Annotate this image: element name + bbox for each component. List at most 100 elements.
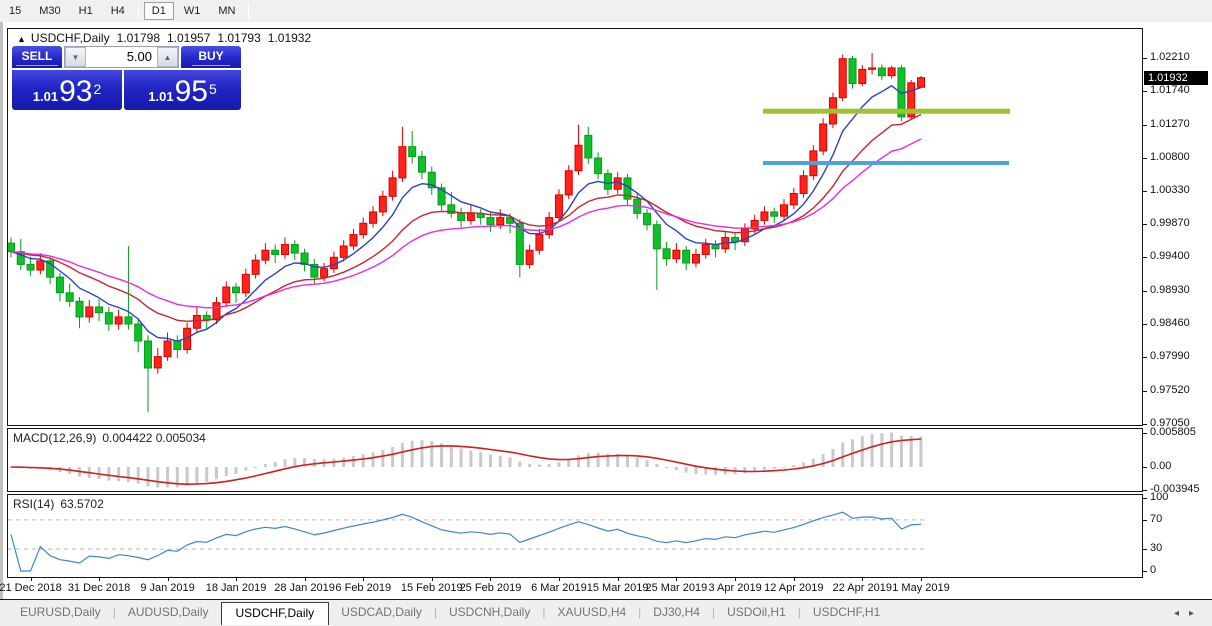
price-tick-0.99870: 0.99870 xyxy=(1150,217,1190,229)
chart-header: ▲USDCHF,Daily1.017981.019571.017931.0193… xyxy=(17,31,311,45)
sell-price-sup: 2 xyxy=(93,70,101,108)
tab-usdchf-daily[interactable]: USDCHF,Daily xyxy=(221,602,330,625)
sell-button-label: SELL xyxy=(16,49,59,66)
rsi-tick-100: 100 xyxy=(1150,491,1168,503)
close-value: 1.01932 xyxy=(268,31,311,45)
price-tick-1.01740-tick xyxy=(1143,91,1147,92)
date-axis-tick xyxy=(735,577,736,581)
tabs-scroll-right-icon[interactable]: ▸ xyxy=(1189,608,1204,619)
high-value: 1.01957 xyxy=(167,31,210,45)
rsi-tick-70-tick xyxy=(1143,520,1147,521)
date-axis-label: 1 May 2019 xyxy=(876,582,966,594)
date-axis-tick xyxy=(490,577,491,581)
price-tick-0.97050-tick xyxy=(1143,424,1147,425)
macd-tick--0.003945-tick xyxy=(1143,490,1147,491)
rsi-name: RSI xyxy=(13,497,33,511)
timeframe-W1[interactable]: W1 xyxy=(176,2,209,20)
price-tick-1.02210: 1.02210 xyxy=(1150,51,1190,63)
date-axis-tick xyxy=(676,577,677,581)
macd-tick-0.005805: 0.005805 xyxy=(1150,426,1196,438)
date-axis-tick xyxy=(236,577,237,581)
timeframe-toolbar: 15M30H1H4 D1W1MN xyxy=(0,0,1212,22)
date-axis-tick xyxy=(31,577,32,581)
date-axis-tick xyxy=(168,577,169,581)
tab-usdoil-h1[interactable]: USDOil,H1 xyxy=(715,602,798,622)
rsi-tick-0: 0 xyxy=(1150,564,1156,576)
tabs-scroll-left-icon[interactable]: ◂ xyxy=(1174,608,1189,619)
collapse-arrow-icon[interactable]: ▲ xyxy=(17,34,26,44)
timeframe-15[interactable]: 15 xyxy=(1,2,29,20)
tab-xauusd-h4[interactable]: XAUUSD,H4 xyxy=(545,602,638,622)
price-tick-0.98460: 0.98460 xyxy=(1150,317,1190,329)
price-tick-0.97520-tick xyxy=(1143,391,1147,392)
price-tick-1.01270: 1.01270 xyxy=(1150,118,1190,130)
macd-label: MACD(12,26,9)0.004422 0.005034 xyxy=(13,431,206,445)
rsi-tick-30-tick xyxy=(1143,549,1147,550)
price-tick-1.01270-tick xyxy=(1143,125,1147,126)
buy-price-big: 95 xyxy=(175,77,208,107)
date-axis-tick xyxy=(432,577,433,581)
tab-dj30-h4[interactable]: DJ30,H4 xyxy=(641,602,712,622)
macd-params: (12,26,9) xyxy=(48,431,96,445)
chart-tabs-bar: EURUSD,Daily|AUDUSD,DailyUSDCHF,DailyUSD… xyxy=(0,599,1212,626)
price-tick-0.99400: 0.99400 xyxy=(1150,250,1190,262)
price-tick-0.98930-tick xyxy=(1143,291,1147,292)
macd-name: MACD xyxy=(13,431,48,445)
timeframe-MN[interactable]: MN xyxy=(210,2,243,20)
rsi-tick-100-tick xyxy=(1143,498,1147,499)
toolbar-separator xyxy=(138,3,139,19)
price-tick-1.00800-tick xyxy=(1143,158,1147,159)
timeframe-H1[interactable]: H1 xyxy=(71,2,101,20)
date-axis-tick xyxy=(363,577,364,581)
price-tick-0.98460-tick xyxy=(1143,324,1147,325)
sell-price-prefix: 1.01 xyxy=(33,87,58,107)
rsi-label: RSI(14)63.5702 xyxy=(13,497,104,511)
volume-field[interactable]: 5.00 xyxy=(86,47,157,67)
tab-usdcad-daily[interactable]: USDCAD,Daily xyxy=(329,602,434,622)
trading-terminal-window: 15M30H1H4 D1W1MN ▲ USDCHF,Daily 1.01798 1.01… xyxy=(0,0,1212,626)
tab-audusd-daily[interactable]: AUDUSD,Daily xyxy=(116,602,221,622)
open-value: 1.01798 xyxy=(117,31,160,45)
price-tick-1.01740: 1.01740 xyxy=(1150,84,1190,96)
rsi-chart[interactable] xyxy=(8,495,1142,577)
arrow-up-icon: ▲ xyxy=(164,53,172,62)
chart-window[interactable]: ▲USDCHF,Daily1.017981.019571.017931.0193… xyxy=(0,22,1212,599)
macd-tick-0.00: 0.00 xyxy=(1150,460,1171,472)
price-tick-0.97990: 0.97990 xyxy=(1150,350,1190,362)
macd-tick-0.00-tick xyxy=(1143,467,1147,468)
arrow-down-icon: ▼ xyxy=(72,53,80,62)
date-axis-tick xyxy=(559,577,560,581)
volume-decrease-button[interactable]: ▼ xyxy=(65,47,86,67)
sell-button[interactable]: SELL xyxy=(12,46,62,68)
sell-price-big: 93 xyxy=(59,77,92,107)
macd-tick-0.005805-tick xyxy=(1143,433,1147,434)
buy-button[interactable]: BUY xyxy=(181,46,241,68)
rsi-tick-70: 70 xyxy=(1150,513,1162,525)
timeframe-M30[interactable]: M30 xyxy=(31,2,68,20)
price-tick-0.99870-tick xyxy=(1143,224,1147,225)
price-tick-1.02210-tick xyxy=(1143,58,1147,59)
price-tick-0.98930: 0.98930 xyxy=(1150,284,1190,296)
date-axis-tick xyxy=(99,577,100,581)
buy-price-prefix: 1.01 xyxy=(148,87,173,107)
sell-price-button[interactable]: 1.01932 xyxy=(12,70,122,110)
timeframe-D1[interactable]: D1 xyxy=(144,2,174,20)
toolbar-separator xyxy=(248,3,249,19)
rsi-indicator-pane[interactable] xyxy=(7,494,1143,578)
tab-eurusd-daily[interactable]: EURUSD,Daily xyxy=(8,602,113,622)
low-value: 1.01793 xyxy=(217,31,260,45)
rsi-tick-0-tick xyxy=(1143,571,1147,572)
current-price-tag: 1.01932 xyxy=(1144,71,1208,85)
volume-increase-button[interactable]: ▲ xyxy=(157,47,178,67)
price-tick-1.00330-tick xyxy=(1143,191,1147,192)
price-tick-1.00800: 1.00800 xyxy=(1150,151,1190,163)
buy-price-sup: 5 xyxy=(209,70,217,108)
timeframe-H4[interactable]: H4 xyxy=(103,2,133,20)
date-axis-tick xyxy=(618,577,619,581)
rsi-params: (14) xyxy=(33,497,54,511)
tab-usdchf-h1[interactable]: USDCHF,H1 xyxy=(801,602,892,622)
buy-price-button[interactable]: 1.01955 xyxy=(124,70,241,110)
tab-usdcnh-daily[interactable]: USDCNH,Daily xyxy=(437,602,542,622)
price-tick-0.99400-tick xyxy=(1143,257,1147,258)
date-axis-tick xyxy=(921,577,922,581)
